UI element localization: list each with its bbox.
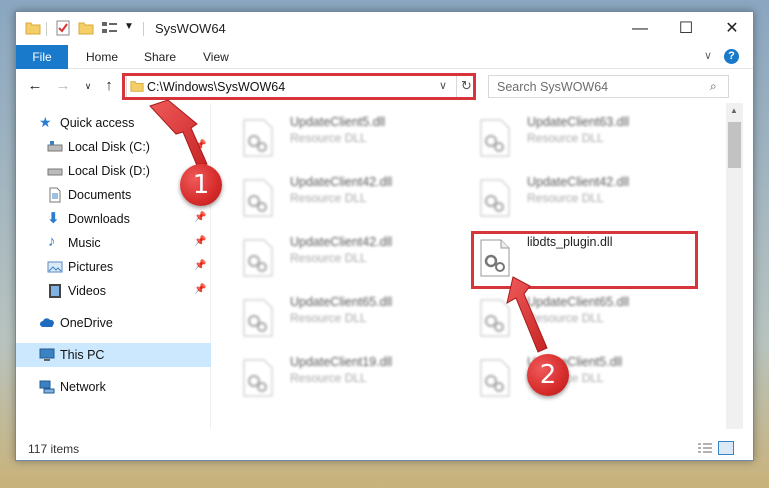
arrow-to-address-icon — [149, 99, 208, 169]
arrow-to-file-icon — [506, 276, 548, 353]
step-2-badge: 2 — [527, 354, 569, 396]
step-1-badge: 1 — [180, 164, 222, 206]
annotation-arrows — [149, 99, 548, 353]
